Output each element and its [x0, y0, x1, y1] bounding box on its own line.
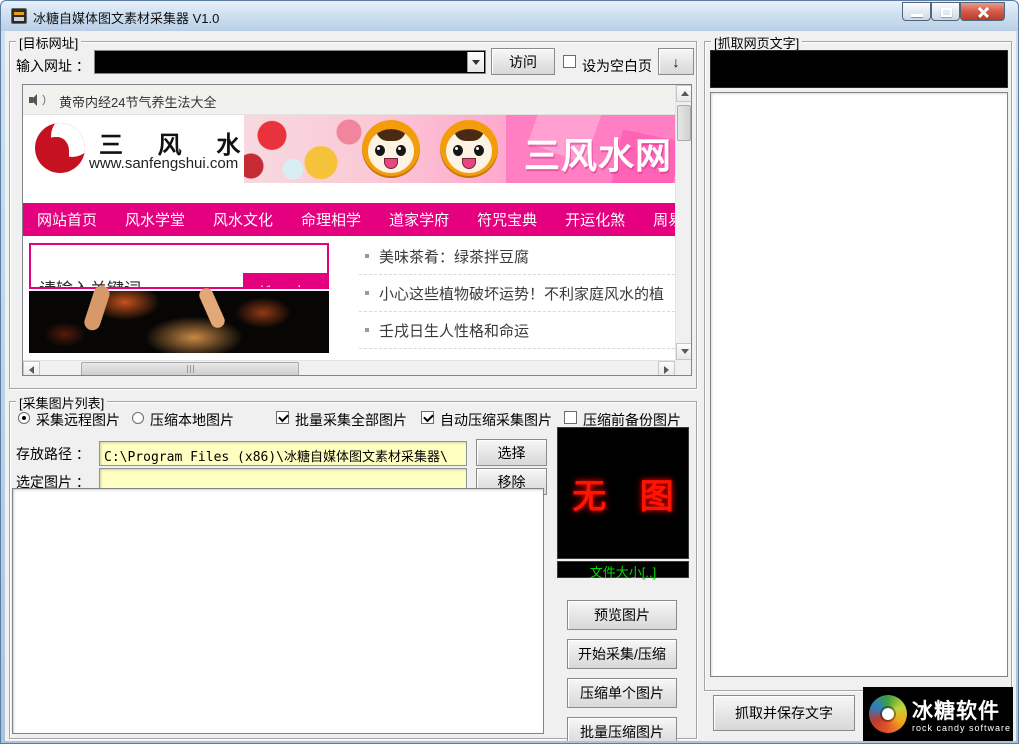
remote-images-radio[interactable]: [18, 412, 30, 424]
visit-button[interactable]: 访问: [491, 48, 555, 75]
site-banner[interactable]: 三风水网: [244, 115, 676, 183]
preview-image-button[interactable]: 预览图片: [567, 600, 677, 630]
nav-item-fengshui-culture[interactable]: 风水文化: [199, 209, 287, 230]
url-input-label: 输入网址 ：: [16, 56, 90, 76]
vertical-scroll-thumb[interactable]: [677, 105, 691, 141]
local-images-radio-label: 压缩本地图片: [150, 410, 234, 430]
site-navbar: 网站首页 风水学堂 风水文化 命理相学 道家学府 符咒宝典 开运化煞 周易研究: [23, 203, 675, 236]
save-path-input[interactable]: C:\Program Files (x86)\冰糖自媒体图文素材采集器\: [99, 441, 467, 466]
banner-cartoon-face: [440, 120, 498, 178]
auto-compress-checkbox[interactable]: [421, 411, 434, 424]
image-list-group: [采集图片列表] 采集远程图片 压缩本地图片 批量采集全部图片 自动压缩采集图片…: [9, 401, 697, 739]
bullet-icon: [365, 328, 369, 332]
auto-compress-checkbox-label: 自动压缩采集图片: [440, 410, 552, 430]
scrollbar-corner: [675, 360, 692, 376]
select-path-button[interactable]: 选择: [476, 439, 547, 466]
minimize-icon: [911, 14, 923, 17]
audio-bar-text: 黄帝内经24节气养生法大全: [59, 92, 216, 111]
article-thumbnail-image[interactable]: [29, 291, 329, 353]
window-title: 冰糖自媒体图文素材采集器 V1.0: [33, 8, 219, 27]
bullet-icon: [365, 291, 369, 295]
grabbed-text-area[interactable]: [710, 92, 1008, 677]
browser-audio-bar: 黄帝内经24节气养生法大全: [23, 85, 675, 115]
maximize-button[interactable]: [931, 2, 960, 21]
grab-text-group: [抓取网页文字]: [704, 41, 1012, 691]
banner-cartoon-face: [362, 120, 420, 178]
site-search-button[interactable]: 搜 索: [243, 273, 329, 289]
banner-title: 三风水网: [524, 127, 672, 179]
arrow-up-icon: [681, 91, 689, 96]
site-logo-icon: [35, 123, 85, 173]
no-image-text: 无 图: [560, 469, 685, 518]
arrow-down-icon: [681, 349, 689, 354]
arrow-right-icon: [664, 366, 669, 374]
site-search-placeholder: 请输入关键词: [39, 275, 141, 289]
url-combobox[interactable]: [94, 50, 486, 74]
remote-images-radio-label: 采集远程图片: [36, 410, 120, 430]
nav-item-yijing[interactable]: 周易研究: [639, 209, 675, 230]
local-images-radio[interactable]: [132, 412, 144, 424]
news-list: 美味茶肴：绿茶拌豆腐 小心这些植物破坏运势！不利家庭风水的植 壬戌日生人性格和命…: [359, 238, 675, 360]
horizontal-scroll-thumb[interactable]: [81, 362, 299, 376]
speaker-icon: [29, 94, 43, 106]
site-url: www.sanfengshui.com: [89, 155, 238, 172]
page-content: 请输入关键词 搜 索 美味茶肴：绿茶拌豆腐 小心这些植物破坏运势！不利家庭风水的…: [23, 236, 675, 360]
batch-collect-checkbox-label: 批量采集全部图片: [295, 410, 407, 430]
nav-item-luck[interactable]: 开运化煞: [551, 209, 639, 230]
brand-name: 冰糖软件: [912, 695, 1011, 725]
nav-item-fengshui-school[interactable]: 风水学堂: [111, 209, 199, 230]
nav-item-numerology[interactable]: 命理相学: [287, 209, 375, 230]
news-item[interactable]: 壬戌日生人性格和命运: [359, 312, 675, 349]
image-preview-box: 无 图: [557, 427, 689, 559]
scroll-up-button[interactable]: [676, 85, 692, 102]
blank-page-checkbox[interactable]: [563, 55, 576, 68]
target-url-group-label: [目标网址]: [16, 33, 81, 52]
arrow-left-icon: [29, 366, 34, 374]
minimize-button[interactable]: [902, 2, 931, 21]
nav-item-taoism[interactable]: 道家学府: [375, 209, 463, 230]
grab-text-header-box: [710, 50, 1008, 88]
scroll-left-button[interactable]: [23, 361, 40, 376]
start-collect-compress-button[interactable]: 开始采集/压缩: [567, 639, 677, 669]
blank-page-checkbox-label: 设为空白页: [582, 56, 652, 76]
app-icon: [11, 8, 27, 24]
site-search-box[interactable]: 请输入关键词 搜 索: [29, 243, 329, 289]
bullet-icon: [365, 254, 369, 258]
browser-vertical-scrollbar[interactable]: [675, 85, 692, 360]
brand-logo: 冰糖软件 rock candy software: [863, 687, 1013, 741]
target-url-group: [目标网址] 输入网址 ： 访问 设为空白页 ↓ 黄帝内经24节气养生法大全 三: [9, 41, 697, 389]
scroll-right-button[interactable]: [658, 361, 675, 376]
batch-compress-images-button[interactable]: 批量压缩图片: [567, 717, 677, 741]
save-path-label: 存放路径 ：: [16, 444, 90, 464]
banner-title-panel: 三风水网: [506, 115, 676, 183]
news-item[interactable]: 八大巨星离奇死亡事件发生前征兆: [359, 349, 675, 360]
compress-single-image-button[interactable]: 压缩单个图片: [567, 678, 677, 708]
scroll-grip-icon: [187, 365, 194, 373]
app-window: 冰糖自媒体图文素材采集器 V1.0 [目标网址] 输入网址 ： 访问 设为空白页…: [0, 0, 1019, 744]
url-combobox-dropdown-button[interactable]: [467, 52, 484, 72]
brand-subtitle: rock candy software: [912, 723, 1011, 733]
news-item[interactable]: 美味茶肴：绿茶拌豆腐: [359, 238, 675, 275]
chevron-down-icon: [472, 60, 480, 65]
close-icon: [977, 7, 989, 18]
close-button[interactable]: [960, 2, 1005, 21]
batch-collect-checkbox[interactable]: [276, 411, 289, 424]
grab-and-save-text-button[interactable]: 抓取并保存文字: [713, 695, 855, 731]
file-size-bar: 文件大小[..]: [557, 561, 689, 578]
scroll-down-button[interactable]: [676, 343, 692, 360]
news-item[interactable]: 小心这些植物破坏运势！不利家庭风水的植: [359, 275, 675, 312]
nav-item-talisman[interactable]: 符咒宝典: [463, 209, 551, 230]
nav-item-home[interactable]: 网站首页: [23, 209, 111, 230]
title-bar[interactable]: 冰糖自媒体图文素材采集器 V1.0: [1, 1, 1018, 31]
file-size-text: 文件大小[..]: [590, 565, 656, 580]
brand-swirl-icon: [869, 695, 907, 733]
maximize-icon: [941, 8, 952, 17]
browser-horizontal-scrollbar[interactable]: [23, 360, 675, 376]
scroll-down-button[interactable]: ↓: [658, 48, 694, 75]
collected-images-listbox[interactable]: [12, 488, 544, 734]
backup-before-compress-checkbox[interactable]: [564, 411, 577, 424]
site-logo-block[interactable]: 三 风 水 www.sanfengshui.com: [23, 115, 244, 183]
client-area: [目标网址] 输入网址 ： 访问 设为空白页 ↓ 黄帝内经24节气养生法大全 三: [5, 31, 1016, 741]
embedded-browser[interactable]: 黄帝内经24节气养生法大全 三 风 水 www.sanfengshui.com: [22, 84, 692, 376]
